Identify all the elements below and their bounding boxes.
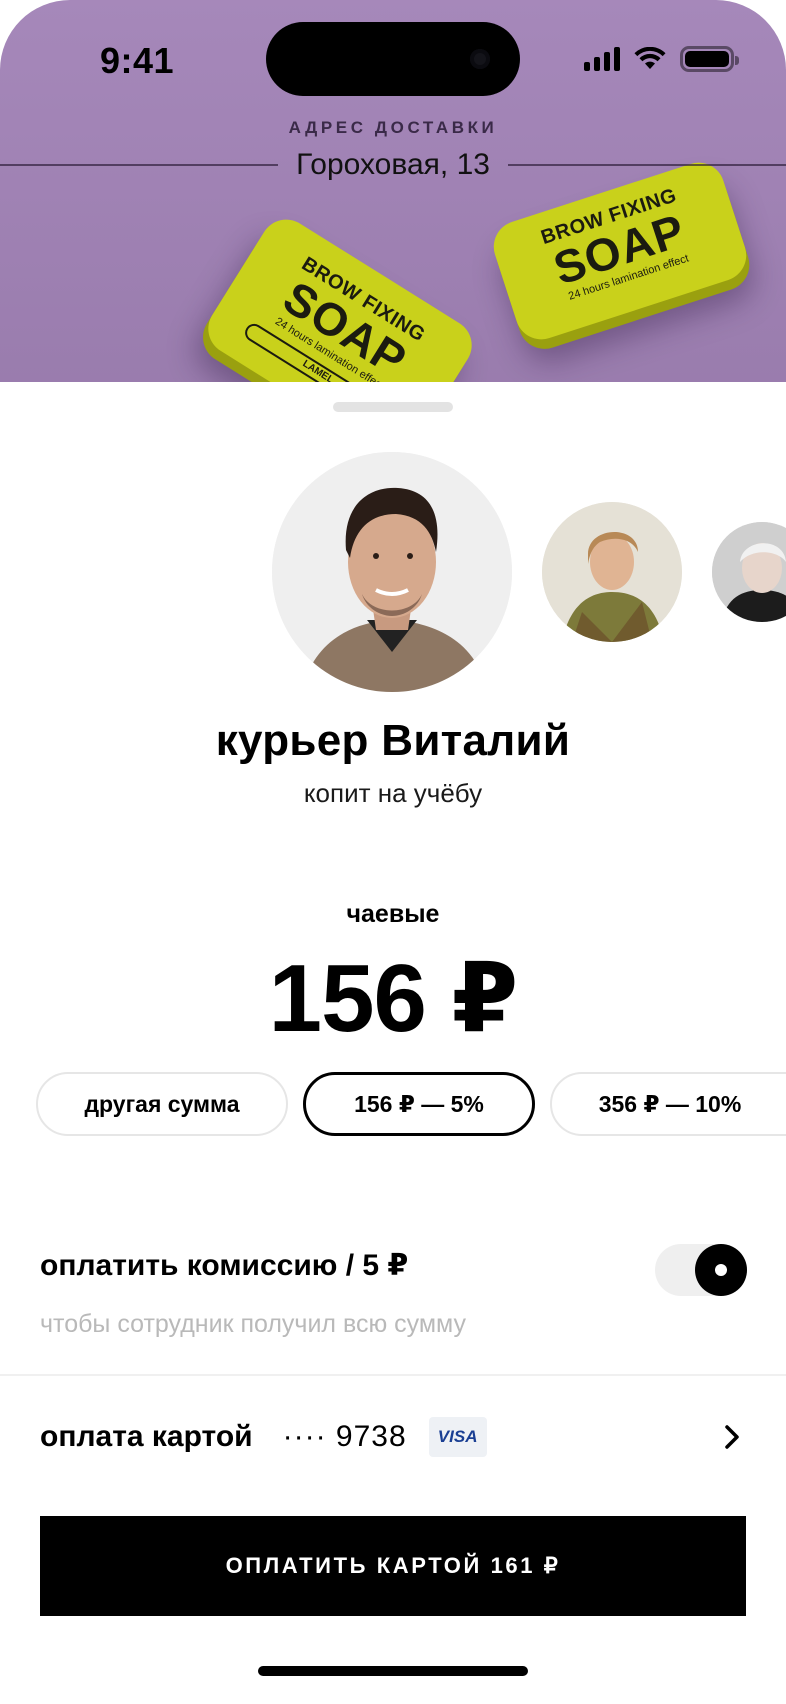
battery-icon: [680, 46, 739, 72]
card-number-mask: ···· 9738: [282, 1420, 407, 1453]
sheet-grabber[interactable]: [333, 402, 453, 412]
status-bar: 9:41: [0, 0, 786, 120]
hero-banner: 9:41 АДРЕС ДОСТАВКИ Гороховая, 13 BROW F…: [0, 0, 786, 382]
staff-photo: [542, 502, 682, 642]
tip-option-custom[interactable]: другая сумма: [36, 1072, 288, 1136]
toggle-knob: [695, 1244, 747, 1296]
delivery-address-block[interactable]: АДРЕС ДОСТАВКИ Гороховая, 13: [0, 118, 786, 182]
delivery-address[interactable]: Гороховая, 13: [296, 148, 490, 182]
tip-label: чаевые: [346, 900, 440, 928]
front-camera-icon: [470, 49, 490, 69]
visa-icon: VISA: [428, 1417, 487, 1457]
divider-line-left: [0, 164, 279, 166]
status-time: 9:41: [100, 40, 175, 81]
wifi-icon: [634, 47, 666, 69]
commission-title: оплатить комиссию / 5 ₽: [40, 1249, 409, 1282]
courier-name: курьер Виталий: [215, 716, 571, 765]
product-tin-image: BROW FIXING SOAP 24 hours lamination eff…: [487, 155, 753, 347]
divider-line-right: [507, 164, 786, 166]
tip-sheet: курьер Виталий копит на учёбу чаевые 156…: [0, 382, 786, 1704]
courier-note: копит на учёбу: [303, 778, 483, 808]
phone-screen: 9:41 АДРЕС ДОСТАВКИ Гороховая, 13 BROW F…: [0, 0, 786, 1704]
tip-option-10-percent[interactable]: 356 ₽ — 10%: [550, 1072, 786, 1136]
staff-avatar[interactable]: [712, 522, 786, 622]
staff-avatar[interactable]: [542, 502, 682, 642]
status-icons: [584, 44, 739, 74]
staff-photo: [712, 522, 786, 622]
courier-avatar-selected[interactable]: [272, 452, 512, 692]
section-divider: [0, 1374, 786, 1376]
pay-button[interactable]: ОПЛАТИТЬ КАРТОЙ 161 ₽: [40, 1516, 746, 1616]
home-indicator[interactable]: [258, 1666, 528, 1676]
chevron-right-icon[interactable]: [718, 1423, 746, 1451]
commission-toggle[interactable]: [655, 1244, 747, 1296]
payment-label: оплата картой: [40, 1420, 253, 1453]
delivery-label: АДРЕС ДОСТАВКИ: [288, 118, 498, 137]
tip-option-5-percent[interactable]: 156 ₽ — 5%: [303, 1072, 535, 1136]
cellular-signal-icon: [584, 47, 620, 71]
commission-subtitle: чтобы сотрудник получил всю сумму: [40, 1310, 467, 1338]
dynamic-island: [266, 22, 520, 96]
tip-amount[interactable]: 156 ₽: [0, 942, 786, 1054]
payment-method-row[interactable]: оплата картой ···· 9738 VISA: [40, 1412, 746, 1462]
product-tin-image: BROW FIXING SOAP 24 hours lamination eff…: [198, 209, 482, 382]
courier-photo: [272, 452, 512, 692]
